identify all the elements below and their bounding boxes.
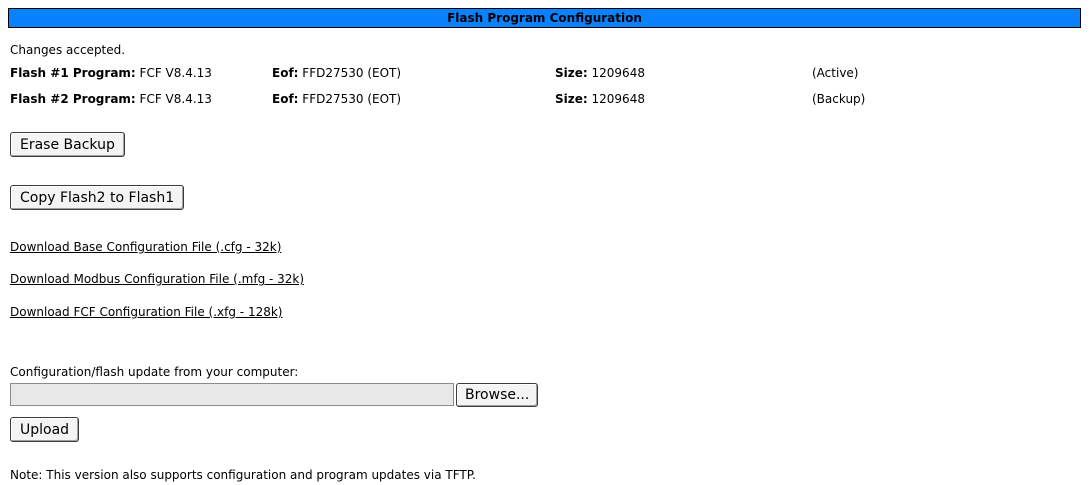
download-fcf-config-link[interactable]: Download FCF Configuration File (.xfg - …: [10, 305, 282, 319]
status-message: Changes accepted.: [10, 43, 126, 57]
header-bar: Flash Program Configuration: [8, 8, 1081, 28]
flash-2-eof-value: FFD27530 (EOT): [302, 92, 402, 106]
flash-1-row: Flash #1 Program: FCF V8.4.13 Eof: FFD27…: [10, 66, 1070, 82]
flash-2-eof: Eof: FFD27530 (EOT): [272, 92, 401, 106]
flash-2-size-value: 1209648: [591, 92, 645, 106]
flash-1-eof-label: Eof:: [272, 66, 299, 80]
download-base-config-link[interactable]: Download Base Configuration File (.cfg -…: [10, 240, 281, 254]
upload-button[interactable]: Upload: [10, 417, 80, 442]
page-title: Flash Program Configuration: [447, 11, 642, 25]
flash-1-eof-value: FFD27530 (EOT): [302, 66, 402, 80]
flash-1-size-label: Size:: [555, 66, 588, 80]
download-modbus-config-link[interactable]: Download Modbus Configuration File (.mfg…: [10, 272, 304, 286]
browse-button[interactable]: Browse...: [456, 383, 539, 407]
file-path-input[interactable]: [10, 383, 454, 406]
erase-backup-button[interactable]: Erase Backup: [10, 132, 125, 157]
flash-1-program-value: FCF V8.4.13: [139, 66, 212, 80]
flash-2-size: Size: 1209648: [555, 92, 645, 106]
flash-2-program: Flash #2 Program: FCF V8.4.13: [10, 92, 212, 106]
flash-2-eof-label: Eof:: [272, 92, 299, 106]
flash-2-state: (Backup): [812, 92, 866, 106]
flash-1-size: Size: 1209648: [555, 66, 645, 80]
tftp-note: Note: This version also supports configu…: [10, 468, 476, 482]
flash-2-program-value: FCF V8.4.13: [139, 92, 212, 106]
copy-flash2-to-flash1-button[interactable]: Copy Flash2 to Flash1: [10, 185, 185, 210]
flash-1-eof: Eof: FFD27530 (EOT): [272, 66, 401, 80]
flash-2-row: Flash #2 Program: FCF V8.4.13 Eof: FFD27…: [10, 92, 1070, 108]
flash-1-program-label: Flash #1 Program:: [10, 66, 136, 80]
flash-2-size-label: Size:: [555, 92, 588, 106]
flash-1-state: (Active): [812, 66, 859, 80]
upload-label: Configuration/flash update from your com…: [10, 365, 299, 379]
flash-1-program: Flash #1 Program: FCF V8.4.13: [10, 66, 212, 80]
flash-1-size-value: 1209648: [591, 66, 645, 80]
flash-2-program-label: Flash #2 Program:: [10, 92, 136, 106]
